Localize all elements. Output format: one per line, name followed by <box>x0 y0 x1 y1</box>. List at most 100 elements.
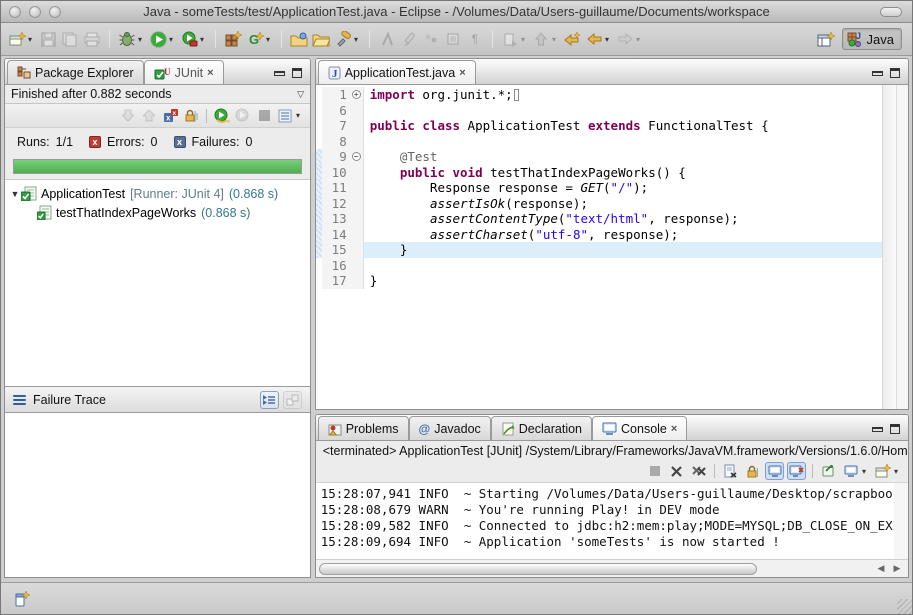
code-text[interactable]: } <box>364 242 882 258</box>
display-console-dropdown[interactable]: ▾ <box>862 467 870 476</box>
fold-gutter[interactable] <box>350 103 364 119</box>
view-menu-icon[interactable]: ▽ <box>297 89 304 100</box>
fold-gutter[interactable] <box>350 118 364 134</box>
code-line-8[interactable]: 8 <box>316 134 882 150</box>
maximize-view-icon[interactable] <box>292 68 302 78</box>
display-selected-console-icon[interactable] <box>841 462 860 480</box>
open-folder-icon[interactable] <box>311 29 331 49</box>
tab-junit[interactable]: U JUnit × <box>144 60 224 84</box>
scroll-left-icon[interactable]: ◀ <box>874 563 888 574</box>
overview-ruler[interactable] <box>896 85 908 409</box>
fold-gutter[interactable] <box>350 242 364 258</box>
code-text[interactable]: Response response = GET("/"); <box>364 180 882 196</box>
last-edit-location-icon[interactable] <box>562 29 582 49</box>
test-case-row[interactable]: testThatIndexPageWorks (0.868 s) <box>5 203 310 222</box>
fold-gutter[interactable]: + <box>350 87 364 103</box>
code-line-9[interactable]: 9− @Test <box>316 149 882 165</box>
new-java-project-icon[interactable] <box>223 29 243 49</box>
run-dropdown[interactable]: ▾ <box>169 35 177 44</box>
tab-javadoc[interactable]: @ Javadoc <box>409 416 491 440</box>
fold-collapse-icon[interactable]: − <box>352 152 361 161</box>
show-stdout-icon[interactable] <box>765 462 784 480</box>
new-g-wizard-dropdown[interactable]: ▾ <box>266 35 274 44</box>
clear-console-icon[interactable] <box>721 462 740 480</box>
code-line-11[interactable]: 11 Response response = GET("/"); <box>316 180 882 196</box>
maximize-view-icon[interactable] <box>890 68 900 78</box>
tab-editor-applicationtest[interactable]: J ApplicationTest.java × <box>318 60 476 84</box>
failure-trace-body[interactable] <box>5 413 310 577</box>
fold-gutter[interactable] <box>350 196 364 212</box>
code-lines[interactable]: 1+import org.junit.*;67public class Appl… <box>316 85 882 409</box>
external-tools-dropdown[interactable]: ▾ <box>200 35 208 44</box>
code-text[interactable]: assertContentType("text/html", response)… <box>364 211 882 227</box>
tab-package-explorer[interactable]: Package Explorer <box>7 60 144 84</box>
maximize-view-icon[interactable] <box>890 424 900 434</box>
vertical-scrollbar[interactable] <box>882 85 896 409</box>
hscroll-thumb[interactable] <box>319 563 757 575</box>
back-dropdown[interactable]: ▾ <box>605 35 613 44</box>
test-suite-row[interactable]: ▼ ApplicationTest [Runner: JUnit 4] (0.8… <box>5 184 310 203</box>
close-icon[interactable]: × <box>459 68 465 78</box>
open-console-dropdown[interactable]: ▾ <box>894 467 902 476</box>
remove-launch-icon[interactable] <box>667 462 686 480</box>
brush-dropdown[interactable]: ▾ <box>354 35 362 44</box>
code-text[interactable]: assertCharset("utf-8", response); <box>364 227 882 243</box>
fold-gutter[interactable] <box>350 227 364 243</box>
fold-expand-icon[interactable]: + <box>352 90 361 99</box>
tab-problems[interactable]: Problems <box>318 416 409 440</box>
show-trace-in-console-icon[interactable] <box>260 391 279 409</box>
minimize-view-icon[interactable] <box>274 71 285 76</box>
run-icon[interactable] <box>148 29 168 49</box>
open-type-folder-icon[interactable] <box>289 29 309 49</box>
brush-icon[interactable] <box>333 29 353 49</box>
zoom-window-button[interactable] <box>49 6 61 18</box>
code-text[interactable] <box>364 103 882 119</box>
console-scroll-lock-icon[interactable] <box>743 462 762 480</box>
console-output[interactable]: 15:28:07,941 INFO ~ Starting /Volumes/Da… <box>316 483 908 559</box>
code-text[interactable]: public class ApplicationTest extends Fun… <box>364 118 882 134</box>
fold-gutter[interactable]: − <box>350 149 364 165</box>
code-line-10[interactable]: 10 public void testThatIndexPageWorks() … <box>316 165 882 181</box>
code-text[interactable]: public void testThatIndexPageWorks() { <box>364 165 882 181</box>
code-line-1[interactable]: 1+import org.junit.*; <box>316 87 882 103</box>
minimize-view-icon[interactable] <box>872 427 883 432</box>
minimize-view-icon[interactable] <box>872 71 883 76</box>
chevron-expanded-icon[interactable]: ▼ <box>9 189 21 199</box>
fold-gutter[interactable] <box>350 165 364 181</box>
junit-view-menu-dropdown[interactable]: ▾ <box>296 111 304 120</box>
external-tools-icon[interactable] <box>179 29 199 49</box>
close-icon[interactable]: × <box>207 68 213 78</box>
code-line-14[interactable]: 14 assertCharset("utf-8", response); <box>316 227 882 243</box>
fold-gutter[interactable] <box>350 273 364 289</box>
code-line-17[interactable]: 17} <box>316 273 882 289</box>
debug-icon[interactable] <box>117 29 137 49</box>
close-window-button[interactable] <box>9 6 21 18</box>
code-text[interactable] <box>364 258 882 274</box>
code-line-6[interactable]: 6 <box>316 103 882 119</box>
junit-view-menu-icon[interactable] <box>276 107 294 125</box>
open-console-icon[interactable] <box>873 462 892 480</box>
code-text[interactable]: @Test <box>364 149 882 165</box>
code-line-13[interactable]: 13 assertContentType("text/html", respon… <box>316 211 882 227</box>
code-line-12[interactable]: 12 assertIsOk(response); <box>316 196 882 212</box>
pin-console-icon[interactable] <box>819 462 838 480</box>
remove-all-terminated-icon[interactable] <box>689 462 708 480</box>
fold-gutter[interactable] <box>350 180 364 196</box>
code-text[interactable] <box>364 134 882 150</box>
console-horizontal-scrollbar[interactable]: ◀ ▶ <box>316 559 908 577</box>
resize-grip[interactable] <box>897 599 912 614</box>
scroll-right-icon[interactable]: ▶ <box>890 563 904 574</box>
code-text[interactable]: } <box>364 273 882 289</box>
new-wizard-dropdown[interactable]: ▾ <box>28 35 36 44</box>
back-icon[interactable] <box>584 29 604 49</box>
open-perspective-icon[interactable] <box>816 29 836 49</box>
code-text[interactable]: assertIsOk(response); <box>364 196 882 212</box>
debug-dropdown[interactable]: ▾ <box>138 35 146 44</box>
rerun-test-icon[interactable] <box>213 107 231 125</box>
close-icon[interactable]: × <box>671 424 677 434</box>
fold-gutter[interactable] <box>350 134 364 150</box>
fold-gutter[interactable] <box>350 258 364 274</box>
fold-gutter[interactable] <box>350 211 364 227</box>
tab-console[interactable]: Console × <box>592 416 687 440</box>
scroll-lock-icon[interactable] <box>182 107 200 125</box>
